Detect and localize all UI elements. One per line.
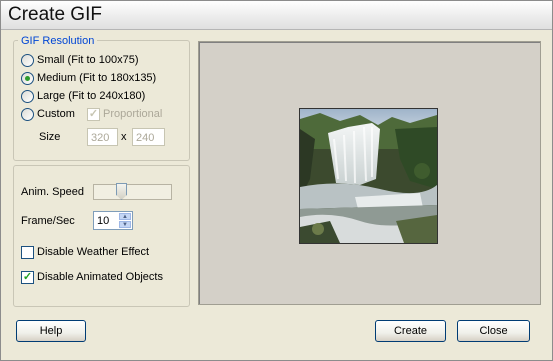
radio-custom-label: Custom	[37, 108, 75, 120]
width-value: 320	[91, 132, 110, 144]
height-value: 240	[136, 132, 155, 144]
radio-small[interactable]: Small (Fit to 100x75)	[21, 53, 138, 67]
disable-weather-label: Disable Weather Effect	[37, 246, 150, 258]
radio-large-circle[interactable]	[21, 89, 34, 103]
proportional-check-box[interactable]: ✓	[87, 107, 100, 121]
radio-large[interactable]: Large (Fit to 240x180)	[21, 89, 145, 103]
disable-objects-checkbox[interactable]: ✓ Disable Animated Objects	[21, 270, 163, 284]
gif-resolution-legend: GIF Resolution	[18, 35, 98, 47]
radio-medium-label: Medium (Fit to 180x135)	[37, 72, 157, 84]
disable-objects-check-box[interactable]: ✓	[21, 270, 34, 284]
spin-down-icon[interactable]: ▼	[119, 221, 131, 228]
create-button[interactable]: Create	[375, 320, 446, 342]
disable-weather-check-box[interactable]	[21, 245, 34, 259]
height-field[interactable]: 240	[132, 128, 165, 146]
help-button[interactable]: Help	[16, 320, 86, 342]
close-button[interactable]: Close	[457, 320, 530, 342]
proportional-label: Proportional	[103, 108, 163, 120]
frame-sec-value: 10	[97, 215, 110, 227]
radio-small-circle[interactable]	[21, 53, 34, 67]
radio-custom[interactable]: Custom	[21, 107, 75, 121]
waterfall-preview-image	[299, 108, 438, 244]
title-bar: Create GIF	[1, 1, 552, 30]
size-label: Size	[39, 131, 61, 143]
anim-speed-label: Anim. Speed	[21, 186, 84, 198]
radio-large-label: Large (Fit to 240x180)	[37, 90, 146, 102]
disable-objects-label: Disable Animated Objects	[37, 271, 163, 283]
radio-small-label: Small (Fit to 100x75)	[37, 54, 139, 66]
frame-sec-spinner[interactable]: 10 ▲ ▼	[93, 211, 133, 230]
disable-weather-checkbox[interactable]: Disable Weather Effect	[21, 245, 149, 259]
radio-medium[interactable]: Medium (Fit to 180x135)	[21, 71, 156, 85]
proportional-checkbox[interactable]: ✓ Proportional	[87, 107, 162, 121]
radio-custom-circle[interactable]	[21, 107, 34, 121]
window-title: Create GIF	[8, 4, 102, 25]
anim-speed-slider-track[interactable]	[93, 184, 172, 200]
radio-medium-circle[interactable]	[21, 71, 34, 85]
width-field[interactable]: 320	[87, 128, 118, 146]
spin-up-icon[interactable]: ▲	[119, 213, 131, 220]
frame-sec-label: Frame/Sec	[21, 215, 75, 227]
times-label: x	[121, 131, 127, 143]
